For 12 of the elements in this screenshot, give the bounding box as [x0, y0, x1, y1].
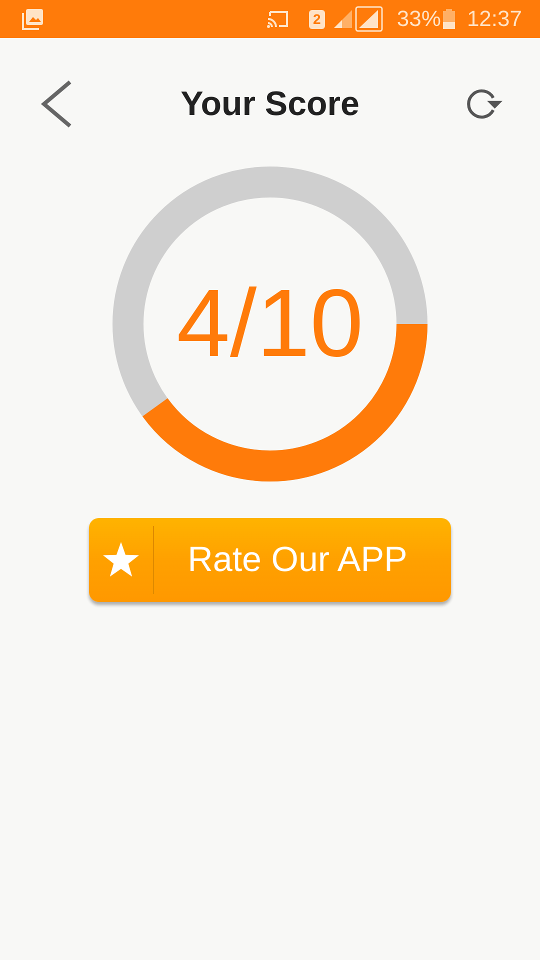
clock: 12:37: [466, 6, 522, 32]
gallery-icon: [22, 8, 44, 30]
star-icon: [102, 542, 140, 578]
signal-icon: [332, 9, 353, 29]
battery-percentage: 33%: [396, 6, 441, 32]
page-title: Your Score: [180, 84, 360, 124]
cast-icon: [266, 10, 289, 28]
signal-icon: [354, 6, 383, 32]
rate-app-button[interactable]: Rate Our APP: [89, 518, 451, 602]
battery-icon: [442, 9, 455, 29]
sim-badge: 2: [308, 10, 325, 28]
score-value: 4/10: [176, 276, 364, 372]
